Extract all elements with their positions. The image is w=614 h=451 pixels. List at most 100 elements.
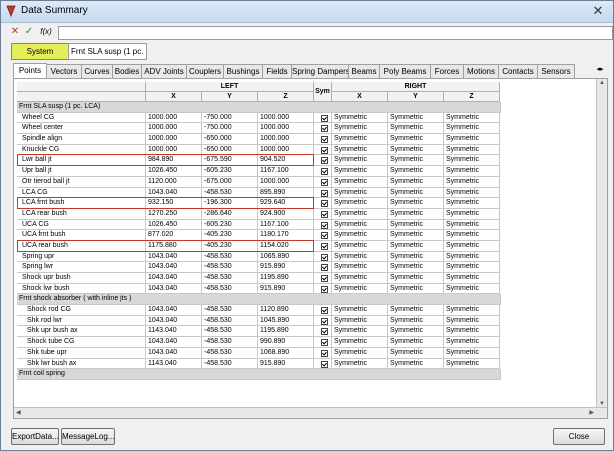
- table-row[interactable]: UCA CG 1026.450 -605.230 1167.100 Symmetric S…: [17, 219, 501, 231]
- point-rz-value[interactable]: Symmetric: [444, 305, 500, 316]
- sym-checkbox[interactable]: [314, 187, 332, 199]
- point-x-value[interactable]: 1143.040: [146, 358, 202, 370]
- point-y-value[interactable]: -286.640: [202, 208, 258, 220]
- point-rx-value[interactable]: Symmetric: [332, 166, 388, 177]
- tab-curves[interactable]: Curves: [81, 64, 113, 78]
- sym-checkbox[interactable]: [314, 347, 332, 359]
- point-ry-value[interactable]: Symmetric: [388, 251, 444, 263]
- table-row[interactable]: Otr tierod ball jt 1120.000 -675.000 1000.0…: [17, 176, 501, 188]
- table-row[interactable]: Shk lwr bush ax 1143.040 -458.530 915.890 Sy…: [17, 358, 501, 370]
- point-rz-value[interactable]: Symmetric: [444, 337, 500, 348]
- point-y-value[interactable]: -650.000: [202, 134, 258, 145]
- point-z-value[interactable]: 1167.100: [258, 219, 314, 231]
- point-ry-value[interactable]: Symmetric: [388, 187, 444, 199]
- table-row[interactable]: Wheel CG 1000.000 -750.000 1000.000 Symmetri…: [17, 112, 501, 124]
- point-rz-value[interactable]: Symmetric: [444, 176, 500, 188]
- point-z-value[interactable]: 1000.000: [258, 144, 314, 156]
- point-y-value[interactable]: -605.230: [202, 166, 258, 177]
- sym-checkbox[interactable]: [314, 155, 332, 167]
- tab-fields[interactable]: Fields: [262, 64, 292, 78]
- apply-icon[interactable]: ✓: [23, 26, 35, 38]
- table-row[interactable]: Spindle align 1000.000 -650.000 1000.000 Sym…: [17, 134, 501, 145]
- point-rx-value[interactable]: Symmetric: [332, 337, 388, 348]
- sym-checkbox[interactable]: [314, 208, 332, 220]
- point-rz-value[interactable]: Symmetric: [444, 134, 500, 145]
- scroll-right-icon[interactable]: ▶: [589, 409, 594, 416]
- system-field[interactable]: Frnt SLA susp (1 pc. LCA: [68, 43, 147, 60]
- tab-couplers[interactable]: Couplers: [186, 64, 224, 78]
- sym-checkbox[interactable]: [314, 240, 332, 252]
- table-row[interactable]: Knuckle CG 1000.000 -650.000 1000.000 Symmet…: [17, 144, 501, 156]
- sym-checkbox[interactable]: [314, 358, 332, 370]
- table-row[interactable]: Shk tube upr 1043.040 -458.530 1068.890 Symm…: [17, 347, 501, 359]
- table-row[interactable]: Spring upr 1043.040 -458.530 1065.890 Symmet…: [17, 251, 501, 263]
- point-rz-value[interactable]: Symmetric: [444, 326, 500, 338]
- table-row[interactable]: LCA CG 1043.040 -458.530 895.890 Symmetric Sy…: [17, 187, 501, 199]
- point-z-value[interactable]: 895.890: [258, 187, 314, 199]
- point-ry-value[interactable]: Symmetric: [388, 347, 444, 359]
- point-rz-value[interactable]: Symmetric: [444, 315, 500, 327]
- tab-forces[interactable]: Forces: [430, 64, 464, 78]
- tab-spring-dampers[interactable]: Spring Dampers: [291, 64, 350, 78]
- point-rz-value[interactable]: Symmetric: [444, 166, 500, 177]
- fx-icon[interactable]: f(x): [37, 26, 55, 38]
- point-x-value[interactable]: 1043.040: [146, 315, 202, 327]
- point-y-value[interactable]: -458.530: [202, 273, 258, 284]
- point-rx-value[interactable]: Symmetric: [332, 123, 388, 135]
- point-rx-value[interactable]: Symmetric: [332, 305, 388, 316]
- point-y-value[interactable]: -458.530: [202, 187, 258, 199]
- point-x-value[interactable]: 1000.000: [146, 112, 202, 124]
- point-rx-value[interactable]: Symmetric: [332, 230, 388, 241]
- sym-checkbox[interactable]: [314, 283, 332, 295]
- point-x-value[interactable]: 1270.250: [146, 208, 202, 220]
- table-row[interactable]: Shock rod CG 1043.040 -458.530 1120.890 Symm…: [17, 305, 501, 316]
- point-rx-value[interactable]: Symmetric: [332, 134, 388, 145]
- vertical-scrollbar[interactable]: ▲ ▼: [596, 79, 607, 408]
- tab-points[interactable]: Points: [13, 63, 47, 79]
- point-rz-value[interactable]: Symmetric: [444, 144, 500, 156]
- point-z-value[interactable]: 1000.000: [258, 112, 314, 124]
- point-rx-value[interactable]: Symmetric: [332, 240, 388, 252]
- point-rx-value[interactable]: Symmetric: [332, 273, 388, 284]
- point-y-value[interactable]: -750.000: [202, 123, 258, 135]
- point-y-value[interactable]: -196.300: [202, 198, 258, 209]
- point-z-value[interactable]: 1120.890: [258, 305, 314, 316]
- point-rx-value[interactable]: Symmetric: [332, 283, 388, 295]
- point-ry-value[interactable]: Symmetric: [388, 337, 444, 348]
- point-ry-value[interactable]: Symmetric: [388, 240, 444, 252]
- point-ry-value[interactable]: Symmetric: [388, 166, 444, 177]
- sym-checkbox[interactable]: [314, 166, 332, 177]
- group-row[interactable]: Frnt shock absorber ( with inline jts ): [17, 294, 501, 306]
- point-y-value[interactable]: -458.530: [202, 305, 258, 316]
- point-z-value[interactable]: 924.900: [258, 208, 314, 220]
- point-rz-value[interactable]: Symmetric: [444, 198, 500, 209]
- sym-checkbox[interactable]: [314, 262, 332, 273]
- point-z-value[interactable]: 1045.890: [258, 315, 314, 327]
- point-ry-value[interactable]: Symmetric: [388, 283, 444, 295]
- point-rx-value[interactable]: Symmetric: [332, 176, 388, 188]
- sym-checkbox[interactable]: [314, 315, 332, 327]
- sym-checkbox[interactable]: [314, 112, 332, 124]
- expression-input[interactable]: [58, 26, 613, 40]
- point-y-value[interactable]: -650.000: [202, 144, 258, 156]
- window-close-icon[interactable]: ✕: [589, 3, 607, 19]
- point-rz-value[interactable]: Symmetric: [444, 283, 500, 295]
- point-x-value[interactable]: 1043.040: [146, 273, 202, 284]
- point-ry-value[interactable]: Symmetric: [388, 262, 444, 273]
- point-y-value[interactable]: -458.530: [202, 337, 258, 348]
- tab-poly-beams[interactable]: Poly Beams: [379, 64, 431, 78]
- tab-scroll-arrows-icon[interactable]: ◂▸: [593, 64, 607, 76]
- point-ry-value[interactable]: Symmetric: [388, 176, 444, 188]
- point-ry-value[interactable]: Symmetric: [388, 230, 444, 241]
- point-z-value[interactable]: 915.890: [258, 283, 314, 295]
- point-rx-value[interactable]: Symmetric: [332, 198, 388, 209]
- point-z-value[interactable]: 1068.890: [258, 347, 314, 359]
- table-row[interactable]: Lwr ball jt 984.890 -675.590 904.520 Symmetr…: [17, 154, 501, 167]
- point-rz-value[interactable]: Symmetric: [444, 347, 500, 359]
- point-ry-value[interactable]: Symmetric: [388, 358, 444, 370]
- point-y-value[interactable]: -458.530: [202, 358, 258, 370]
- table-row[interactable]: Shock tube CG 1043.040 -458.530 990.890 Symm…: [17, 337, 501, 348]
- sym-checkbox[interactable]: [314, 337, 332, 348]
- point-ry-value[interactable]: Symmetric: [388, 198, 444, 209]
- point-rx-value[interactable]: Symmetric: [332, 251, 388, 263]
